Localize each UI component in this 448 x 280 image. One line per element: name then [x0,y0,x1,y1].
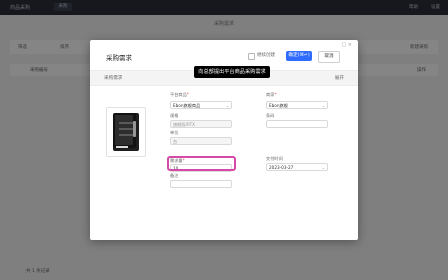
pc-fan [133,121,136,137]
pc-detail [119,122,133,124]
barcode-field[interactable] [266,120,328,128]
unit-label: 单位 [170,130,179,135]
confirm-button[interactable]: 确定(⌘↵) [286,51,312,61]
info-right[interactable]: 展开 [335,75,344,81]
merchant-select[interactable]: Ebon旗舰 ⌄ [266,101,328,109]
pc-accent [116,146,128,148]
unit-field: 台 [170,137,232,145]
delivery-date-select[interactable]: 2023-03-27 ⌄ [266,163,328,171]
pc-case-image [113,113,139,151]
delivery-date-label: 交付时间 [266,156,283,161]
sku-field: 旗舰版/RTX [170,120,232,128]
remark-label: 备注 [170,173,179,178]
platform-product-label: 平台商品* [170,92,189,97]
chevron-down-icon: ⌄ [225,103,229,108]
continue-create-label: 继续创建 [257,53,275,58]
merchant-value: Ebon旗舰 [269,103,288,108]
cancel-button[interactable]: 取消 [318,51,340,63]
barcode-label: 条码 [266,113,275,118]
chevron-down-icon: ⌄ [321,103,325,108]
merchant-label: 商家* [266,92,277,97]
delivery-date-value: 2023-03-27 [269,165,294,170]
platform-product-select[interactable]: Ebon旗舰商品 ⌄ [170,101,232,109]
pc-detail [119,128,133,130]
tooltip: 向总部提出平台商品采购需求 [194,66,270,78]
chevron-down-icon: ⌄ [321,165,325,170]
sku-label: 规格 [170,113,179,118]
procurement-modal: 采购需求 □ × 继续创建 确定(⌘↵) 取消 采购需求 展开 向总部提出平台商… [90,40,358,240]
modal-title: 采购需求 [106,54,132,62]
platform-product-value: Ebon旗舰商品 [173,103,201,108]
info-left: 采购需求 [104,76,123,81]
qty-highlight-box [167,156,236,171]
continue-create-checkbox[interactable] [248,53,255,60]
pc-glass-panel [115,115,133,145]
remark-field[interactable] [170,180,232,188]
pc-detail [119,134,133,136]
product-image [106,107,146,157]
window-controls[interactable]: □ × [341,42,352,48]
